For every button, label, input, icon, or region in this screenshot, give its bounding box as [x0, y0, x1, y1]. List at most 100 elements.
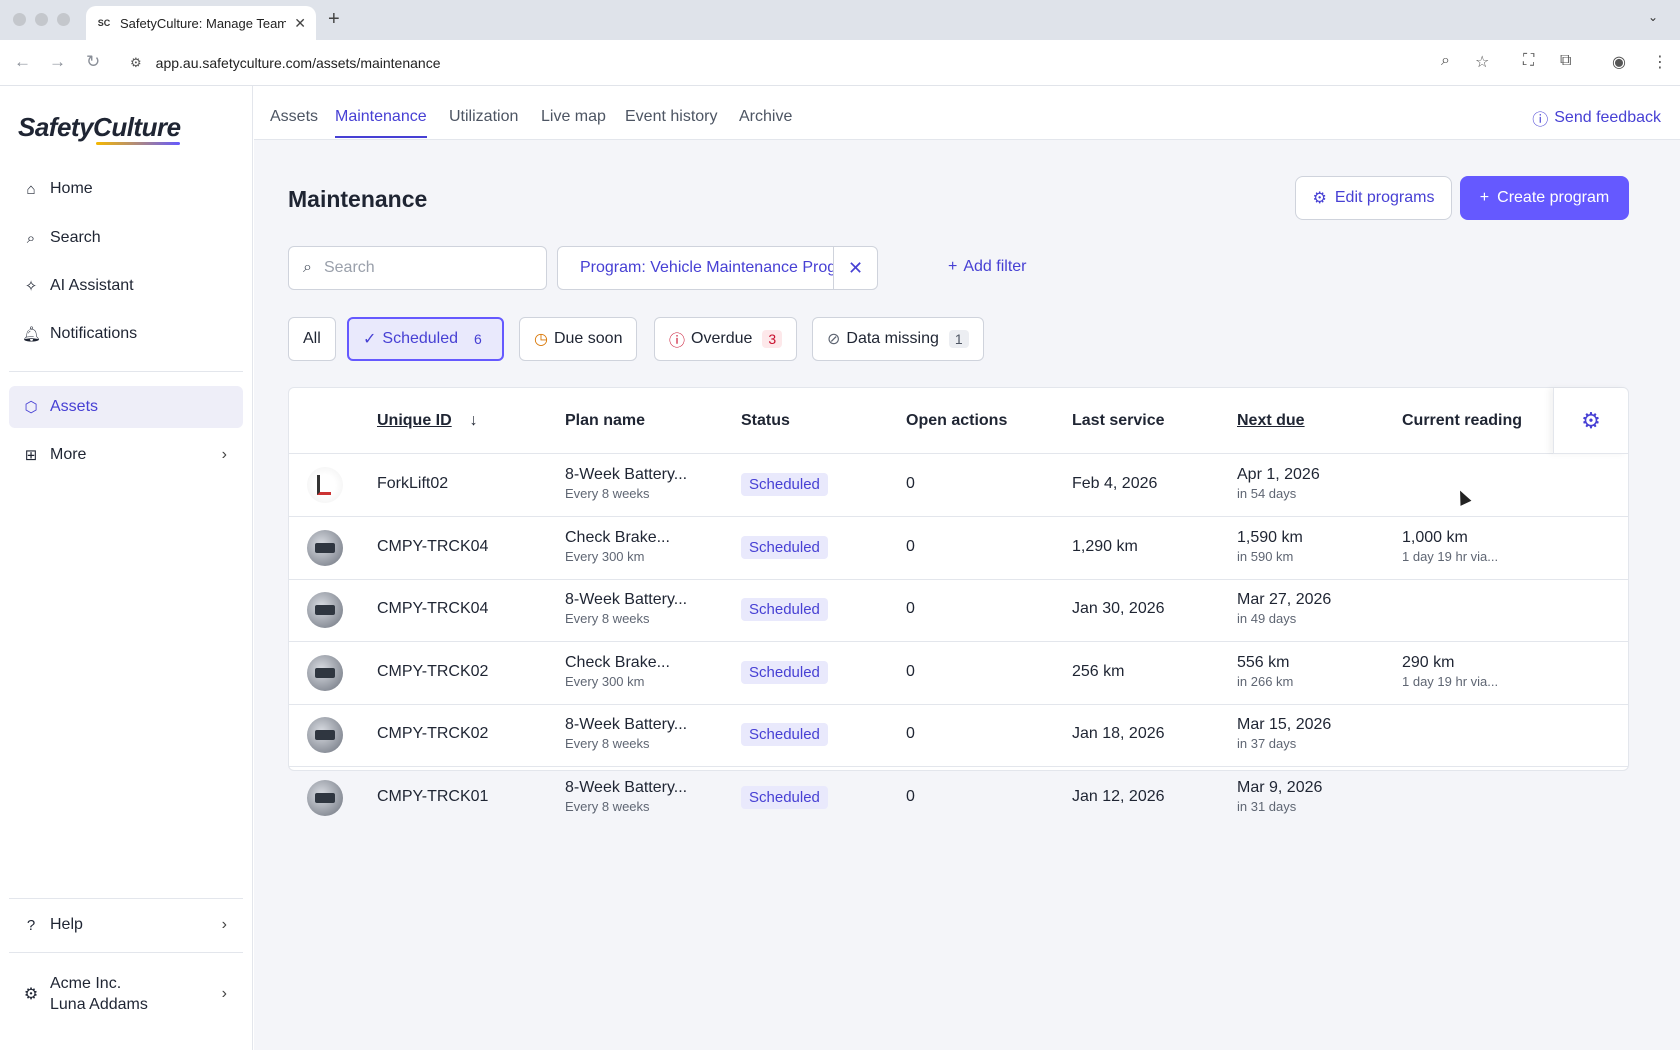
table-row[interactable]: ForkLift02 8-Week Battery... Every 8 weeks…	[289, 454, 1628, 517]
asset-id[interactable]: CMPY-TRCK04	[377, 538, 488, 556]
tab-archive[interactable]: Archive	[739, 108, 792, 126]
open-actions-count: 0	[906, 787, 915, 805]
sidebar-item-home[interactable]: ⌂ Home	[9, 168, 243, 210]
column-settings-gear-icon[interactable]: ⚙	[1553, 388, 1628, 454]
table-row[interactable]: CMPY-TRCK01 8-Week Battery... Every 8 week…	[289, 767, 1628, 830]
browser-tab[interactable]: SC SafetyCulture: Manage Teams ✕	[86, 6, 316, 40]
open-actions-count: 0	[906, 475, 915, 492]
tab-utilization[interactable]: Utilization	[449, 108, 518, 126]
status-pill-due-soon[interactable]: ◷ Due soon	[519, 317, 638, 361]
column-header-open-actions: Open actions	[906, 412, 1008, 429]
column-header-unique-id[interactable]: Unique ID ↓	[377, 412, 478, 430]
last-service: Jan 30, 2026	[1072, 600, 1165, 617]
sidebar-item-search[interactable]: ⌕ Search	[9, 217, 243, 259]
current-reading-cell: 1,000 km 1 day 19 hr via...	[1402, 529, 1498, 564]
tab-search-chevron-icon[interactable]: ⌄	[1648, 10, 1658, 24]
pill-label: Data missing	[846, 330, 939, 347]
plan-interval: Every 8 weeks	[565, 736, 650, 751]
search-icon: ⌕	[303, 259, 312, 276]
asset-id[interactable]: CMPY-TRCK02	[377, 725, 488, 743]
tab-event-history[interactable]: Event history	[625, 108, 717, 126]
asset-thumbnail	[307, 592, 343, 628]
sidebar-item-assets[interactable]: ⬡ Assets	[9, 386, 243, 428]
create-program-button[interactable]: + Create program	[1460, 176, 1629, 220]
back-icon[interactable]: ←	[14, 52, 31, 72]
program-filter-chip[interactable]: Program: Vehicle Maintenance Prog... ✕	[557, 246, 878, 290]
window-close-dot[interactable]	[13, 13, 26, 26]
window-minimize-dot[interactable]	[35, 13, 48, 26]
plan-name: Check Brake...	[565, 653, 670, 671]
open-actions-count: 0	[906, 725, 915, 742]
browser-menu-icon[interactable]: ⋮	[1652, 52, 1668, 72]
pill-label: Scheduled	[382, 330, 459, 347]
sidebar-item-more[interactable]: ⊞ More ›	[9, 434, 243, 476]
table-row[interactable]: CMPY-TRCK04 8-Week Battery... Every 8 week…	[289, 579, 1628, 642]
sidebar-divider	[9, 371, 243, 372]
reload-icon[interactable]: ↻	[86, 52, 100, 72]
sidebar-item-help[interactable]: ? Help ›	[9, 904, 243, 946]
plan-name: 8-Week Battery...	[565, 778, 688, 796]
next-due-relative: in 266 km	[1237, 673, 1294, 689]
new-tab-icon[interactable]: +	[328, 8, 340, 31]
extensions-icon[interactable]: ⧉	[1560, 52, 1571, 70]
safetyculture-logo[interactable]: SafetyCulture	[18, 112, 181, 143]
org-name: Acme Inc.	[50, 975, 122, 992]
browser-toolbar: ← → ↻ ⚙ app.au.safetyculture.com/assets/…	[0, 40, 1680, 86]
column-header-next-due[interactable]: Next due	[1237, 412, 1305, 430]
site-info-icon[interactable]: ⚙	[130, 55, 142, 71]
address-bar[interactable]: ⚙ app.au.safetyculture.com/assets/mainte…	[118, 46, 1518, 80]
plan-name-cell: Check Brake... Every 300 km	[565, 654, 670, 689]
account-switcher[interactable]: ⚙ Acme Inc. Luna Addams ›	[9, 964, 243, 1024]
table-row[interactable]: CMPY-TRCK02 Check Brake... Every 300 km Sch…	[289, 642, 1628, 705]
next-due-cell: Mar 9, 2026 in 31 days	[1237, 779, 1322, 814]
forward-icon[interactable]: →	[49, 52, 66, 72]
next-due-cell: Mar 15, 2026 in 37 days	[1237, 716, 1331, 751]
table-row[interactable]: CMPY-TRCK02 8-Week Battery... Every 8 week…	[289, 704, 1628, 767]
asset-id[interactable]: CMPY-TRCK01	[377, 788, 488, 806]
asset-id[interactable]: CMPY-TRCK02	[377, 663, 488, 681]
help-icon: ?	[26, 916, 36, 934]
status-pill-data-missing[interactable]: ⊘ Data missing 1	[812, 317, 984, 361]
search-field[interactable]: ⌕	[288, 246, 547, 290]
asset-id[interactable]: CMPY-TRCK04	[377, 600, 488, 618]
send-feedback-link[interactable]: ⓘ Send feedback	[1532, 106, 1661, 130]
sidebar-item-label: Assets	[50, 398, 99, 415]
current-reading-source: 1 day 19 hr via...	[1402, 673, 1499, 689]
current-reading-source: 1 day 19 hr via...	[1402, 548, 1499, 564]
tab-assets[interactable]: Assets	[270, 108, 318, 126]
program-filter-label[interactable]: Program: Vehicle Maintenance Prog...	[558, 259, 833, 277]
status-pill-scheduled[interactable]: ✓ Scheduled 6	[347, 317, 504, 361]
favicon: SC	[97, 18, 111, 28]
table-row[interactable]: CMPY-TRCK04 Check Brake... Every 300 km Sch…	[289, 517, 1628, 580]
tab-live-map[interactable]: Live map	[541, 108, 606, 126]
url-text: app.au.safetyculture.com/assets/maintena…	[155, 55, 441, 71]
open-actions-count: 0	[906, 600, 915, 617]
next-due-relative: in 54 days	[1237, 486, 1297, 501]
sidebar-item-ai-assistant[interactable]: ✧ AI Assistant	[9, 265, 243, 307]
search-input[interactable]	[323, 259, 524, 277]
column-header-status: Status	[741, 412, 790, 429]
tab-maintenance[interactable]: Maintenance	[335, 108, 427, 138]
status-pill-overdue[interactable]: ⓘ Overdue 3	[654, 317, 798, 361]
add-filter-button[interactable]: + Add filter	[948, 258, 1026, 276]
clear-filter-icon[interactable]: ✕	[833, 246, 877, 290]
sidebar: SafetyCulture ⌂ Home ⌕ Search ✧ AI Assis…	[0, 86, 253, 1050]
pill-count: 1	[948, 330, 969, 348]
zoom-icon[interactable]: ⌕	[1441, 52, 1450, 70]
asset-id[interactable]: ForkLift02	[377, 475, 448, 493]
chevron-right-icon: ›	[221, 916, 227, 933]
column-header-current-reading: Current reading	[1402, 412, 1523, 429]
next-due-relative: in 31 days	[1237, 798, 1297, 814]
close-tab-icon[interactable]: ✕	[294, 15, 306, 32]
window-zoom-dot[interactable]	[57, 13, 70, 26]
edit-programs-button[interactable]: ⚙ Edit programs	[1295, 176, 1452, 220]
sidebar-item-notifications[interactable]: 🔔︎ Notifications	[9, 313, 243, 355]
open-actions-count: 0	[906, 537, 915, 555]
plan-interval: Every 300 km	[565, 548, 645, 564]
bookmark-star-icon[interactable]: ☆	[1475, 52, 1489, 72]
grid-icon: ⊞	[24, 447, 38, 464]
screenshot-icon[interactable]: ⛶	[1523, 52, 1534, 70]
profile-icon[interactable]: ◉	[1612, 52, 1626, 72]
status-pill-all[interactable]: All	[288, 317, 336, 361]
browser-tab-title: SafetyCulture: Manage Teams	[120, 15, 287, 31]
